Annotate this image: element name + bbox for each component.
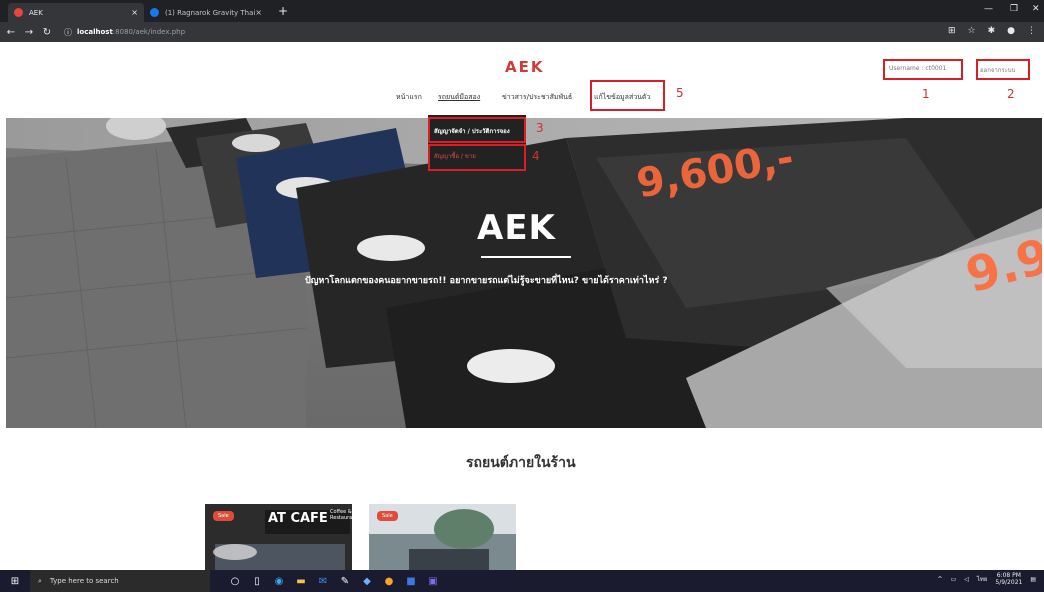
search-icon: ⌕ — [38, 576, 42, 585]
clock[interactable]: 6:08 PM 5/9/2021 — [995, 572, 1022, 586]
annotation-number-2: 2 — [1007, 87, 1015, 101]
annotation-number-3: 3 — [536, 121, 544, 135]
outlook-icon[interactable]: ■ — [400, 570, 422, 592]
annotation-box-5 — [590, 80, 665, 111]
car-card[interactable]: Sale — [369, 504, 516, 570]
url-host: localhost — [77, 28, 113, 36]
nav-used-cars[interactable]: รถยนต์มือสอง — [438, 92, 480, 103]
tab-aek[interactable]: AEK × — [8, 3, 144, 22]
browser-tab-bar: AEK × (1) Ragnarok Gravity Thailand Se ×… — [0, 0, 1044, 22]
windows-taskbar: ⊞ ⌕ Type here to search ○ ▯ ◉ ▬ ✉ ✎ ◆ ● … — [0, 570, 1044, 592]
nav-news[interactable]: ข่าวสาร/ประชาสัมพันธ์ — [502, 92, 572, 103]
tab-ragnarok[interactable]: (1) Ragnarok Gravity Thailand Se × — [144, 3, 268, 22]
menu-icon[interactable]: ⋮ — [1027, 26, 1036, 36]
file-explorer-icon[interactable]: ▬ — [290, 570, 312, 592]
url-path: :8080/aek/index.php — [112, 28, 186, 36]
info-icon: ⓘ — [64, 27, 72, 37]
cortana-icon[interactable]: ○ — [224, 570, 246, 592]
cafe-sign-small: Coffee & Restaurant — [330, 509, 352, 521]
sale-badge: Sale — [377, 511, 398, 521]
taskbar-search[interactable]: ⌕ Type here to search — [30, 570, 210, 592]
restore-icon[interactable]: ❐ — [1010, 4, 1018, 14]
profile-icon[interactable]: ● — [1007, 26, 1015, 36]
sale-badge: Sale — [213, 511, 234, 521]
annotation-box-3 — [428, 117, 526, 143]
close-tab-icon[interactable]: × — [255, 8, 262, 17]
clock-time: 6:08 PM — [996, 572, 1021, 579]
close-window-icon[interactable]: ✕ — [1032, 4, 1040, 14]
system-tray: ^ ▭ ◁ ไทย 6:08 PM 5/9/2021 ▤ — [938, 572, 1036, 586]
search-placeholder: Type here to search — [49, 577, 119, 585]
annotation-number-4: 4 — [532, 149, 540, 163]
back-icon[interactable]: ← — [4, 27, 18, 38]
mail-icon[interactable]: ✉ — [312, 570, 334, 592]
edge-icon[interactable]: ◉ — [268, 570, 290, 592]
forward-icon[interactable]: → — [22, 27, 36, 38]
annotation-box-1 — [883, 59, 963, 80]
site-favicon-icon — [14, 8, 23, 17]
hero-divider — [481, 256, 571, 258]
web-page: AEK หน้าแรก รถยนต์มือสอง ข่าวสาร/ประชาสั… — [0, 42, 1044, 570]
facebook-icon — [150, 8, 159, 17]
star-icon[interactable]: ☆ — [968, 26, 976, 36]
hero-title: AEK — [477, 208, 556, 248]
extensions-icon[interactable]: ✱ — [988, 26, 996, 36]
tab-title: AEK — [29, 8, 43, 17]
url-field[interactable]: ⓘ localhost :8080/aek/index.php — [64, 27, 185, 38]
wifi-app-icon[interactable]: ◆ — [356, 570, 378, 592]
volume-icon[interactable]: ◁ — [964, 576, 969, 583]
task-view-icon[interactable]: ▯ — [246, 570, 268, 592]
windows-start-icon[interactable]: ⊞ — [0, 576, 30, 587]
annotation-box-2 — [976, 59, 1030, 80]
minimize-icon[interactable]: — — [984, 4, 993, 14]
close-tab-icon[interactable]: × — [131, 8, 138, 17]
site-logo[interactable]: AEK — [505, 58, 544, 76]
reload-icon[interactable]: ↻ — [40, 27, 54, 38]
hero-subtitle: ปัญหาโลกแตกของคนอยากขายรถ!! อยากขายรถแต่… — [305, 276, 668, 286]
chevron-up-icon[interactable]: ^ — [938, 576, 943, 583]
app-icon[interactable]: ▣ — [422, 570, 444, 592]
network-icon[interactable]: ▭ — [951, 576, 957, 583]
language-indicator[interactable]: ไทย — [977, 574, 988, 584]
annotation-number-5: 5 — [676, 86, 684, 100]
cafe-sign: AT CAFE — [268, 511, 328, 526]
translate-icon[interactable]: ⊞ — [948, 26, 956, 36]
clock-date: 5/9/2021 — [995, 579, 1023, 587]
notification-icon[interactable]: ▤ — [1030, 576, 1036, 583]
annotation-number-1: 1 — [922, 87, 930, 101]
nav-home[interactable]: หน้าแรก — [396, 92, 422, 103]
annotation-box-4 — [428, 144, 526, 171]
address-bar: ← → ↻ ⓘ localhost :8080/aek/index.php ⊞ … — [0, 22, 1044, 42]
pen-app-icon[interactable]: ✎ — [334, 570, 356, 592]
tab-title: (1) Ragnarok Gravity Thailand Se — [165, 8, 256, 17]
new-tab-button[interactable]: + — [278, 4, 288, 18]
section-title: รถยนต์ภายในร้าน — [466, 455, 576, 471]
car-card[interactable]: AT CAFE Coffee & Restaurant Sale — [205, 504, 352, 570]
chrome-icon[interactable]: ● — [378, 570, 400, 592]
